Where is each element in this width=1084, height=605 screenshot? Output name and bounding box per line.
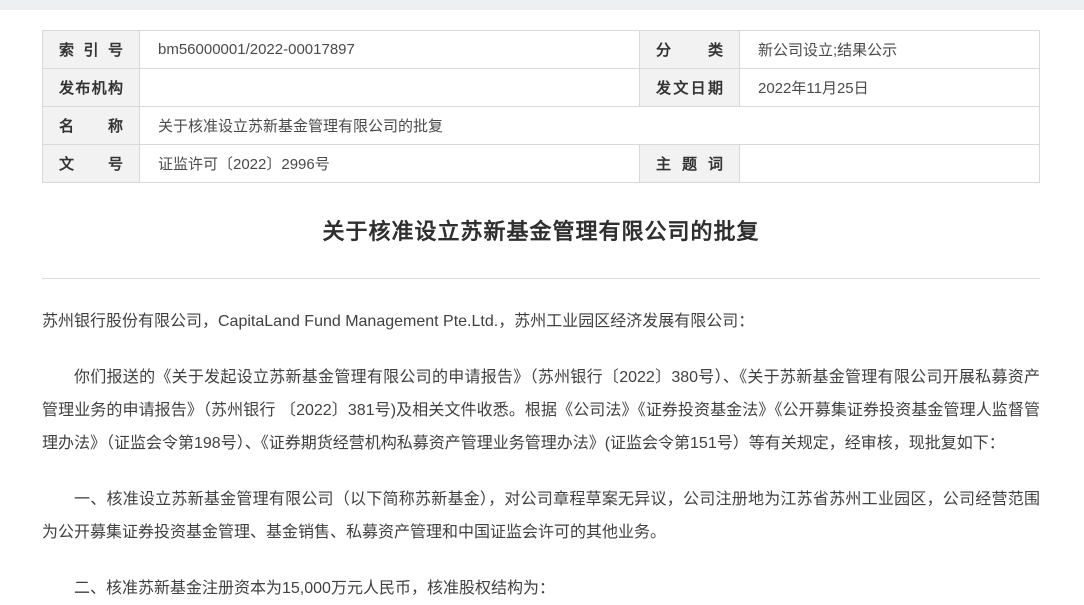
document-page: 索引号 bm56000001/2022-00017897 分类 新公司设立;结果… <box>0 10 1084 605</box>
page-top-strip <box>0 0 1084 10</box>
index-number-label: 索引号 <box>42 30 140 69</box>
category-label: 分类 <box>639 30 740 69</box>
issuing-agency-value <box>139 68 640 107</box>
subject-words-value <box>739 144 1040 183</box>
publish-date-value: 2022年11月25日 <box>739 68 1040 107</box>
meta-row-name: 名称 关于核准设立苏新基金管理有限公司的批复 <box>42 106 1040 145</box>
title-divider <box>42 278 1040 279</box>
body-paragraph-intro: 你们报送的《关于发起设立苏新基金管理有限公司的申请报告》（苏州银行〔2022〕3… <box>42 369 1040 452</box>
index-number-value: bm56000001/2022-00017897 <box>139 30 640 69</box>
meta-row-agency-date: 发布机构 发文日期 2022年11月25日 <box>42 68 1040 107</box>
category-value: 新公司设立;结果公示 <box>739 30 1040 69</box>
document-number-label: 文号 <box>42 144 140 183</box>
body-paragraph-item-2: 二、核准苏新基金注册资本为15,000万元人民币，核准股权结构为： <box>74 580 555 597</box>
document-name-label: 名称 <box>42 106 140 145</box>
document-number-value: 证监许可〔2022〕2996号 <box>139 144 640 183</box>
body-paragraph-item-1: 一、核准设立苏新基金管理有限公司（以下简称苏新基金），对公司章程草案无异议，公司… <box>42 491 1040 541</box>
publish-date-label: 发文日期 <box>639 68 740 107</box>
meta-row-number-subject: 文号 证监许可〔2022〕2996号 主题词 <box>42 144 1040 183</box>
document-body: 苏州银行股份有限公司，CapitaLand Fund Management Pt… <box>42 305 1040 605</box>
document-name-value: 关于核准设立苏新基金管理有限公司的批复 <box>139 106 1040 145</box>
meta-table: 索引号 bm56000001/2022-00017897 分类 新公司设立;结果… <box>42 30 1040 183</box>
salutation-paragraph: 苏州银行股份有限公司，CapitaLand Fund Management Pt… <box>42 313 755 330</box>
issuing-agency-label: 发布机构 <box>42 68 140 107</box>
document-title: 关于核准设立苏新基金管理有限公司的批复 <box>322 219 760 244</box>
subject-words-label: 主题词 <box>639 144 740 183</box>
meta-row-index-category: 索引号 bm56000001/2022-00017897 分类 新公司设立;结果… <box>42 30 1040 69</box>
